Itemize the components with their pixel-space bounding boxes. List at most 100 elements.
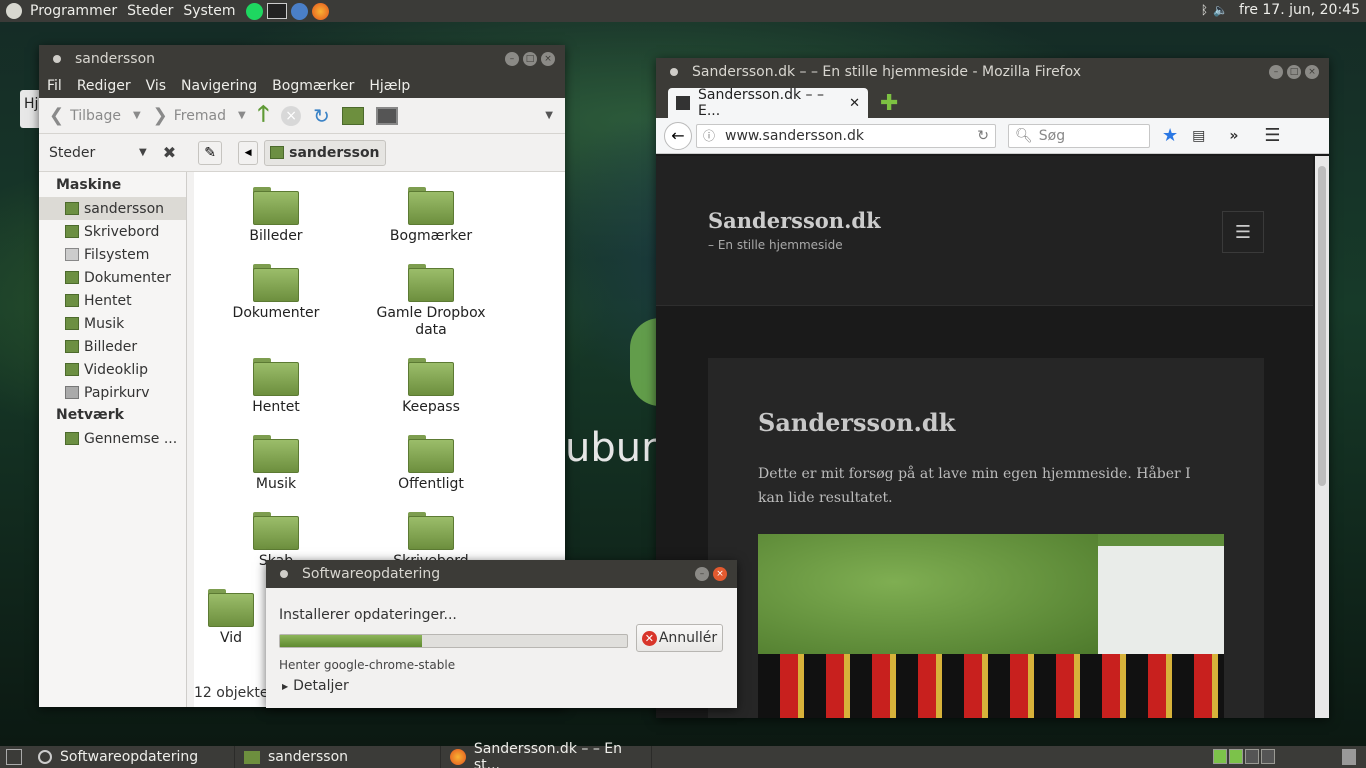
site-menu-button[interactable]: ☰ (1222, 211, 1264, 253)
sidebar-item-music[interactable]: Musik (39, 312, 186, 335)
scrollbar-thumb[interactable] (1318, 166, 1326, 486)
file-item[interactable]: Keepass (361, 358, 501, 415)
menu-edit[interactable]: Rediger (77, 78, 131, 94)
back-button[interactable]: ← (664, 121, 692, 150)
volume-icon[interactable]: 🔈 (1213, 3, 1228, 17)
hamburger-menu-icon[interactable]: ☰ (1264, 125, 1280, 146)
browser-tab[interactable]: Sandersson.dk – – E... ✕ (668, 87, 868, 119)
bookmark-star-icon[interactable]: ★ (1162, 125, 1178, 146)
progress-fill (280, 635, 423, 647)
search-input[interactable]: 🔍︎ Søg (1008, 123, 1150, 148)
sidebar-item-desktop[interactable]: Skrivebord (39, 220, 186, 243)
forward-button[interactable]: ❯ Fremad ▼ (153, 105, 246, 126)
sidebar-item-pictures[interactable]: Billeder (39, 335, 186, 358)
firefox-icon[interactable] (311, 2, 329, 20)
sidebar-item-downloads[interactable]: Hentet (39, 289, 186, 312)
thunderbird-icon[interactable] (290, 2, 308, 20)
file-item[interactable]: Billeder (206, 187, 346, 244)
menu-go[interactable]: Navigering (181, 78, 257, 94)
sidebar-item-documents[interactable]: Dokumenter (39, 266, 186, 289)
bluetooth-icon[interactable]: ᛒ (1201, 3, 1208, 17)
menu-applications[interactable]: Programmer (30, 3, 117, 19)
sidebar-heading-machine: Maskine (56, 177, 122, 193)
sidebar-item-trash[interactable]: Papirkurv (39, 381, 186, 404)
article-photo (758, 534, 1224, 718)
task-firefox[interactable]: Sandersson.dk – – En st... (442, 741, 652, 768)
menu-places[interactable]: Steder (127, 3, 173, 19)
info-icon[interactable]: ⓘ (703, 127, 715, 144)
chevron-down-icon[interactable]: ▼ (139, 147, 147, 158)
desktop-icon-partial[interactable]: Hj (20, 90, 40, 128)
window-menu-icon[interactable] (53, 55, 61, 63)
menu-help[interactable]: Hjælp (369, 78, 410, 94)
breadcrumb-home[interactable]: sandersson (264, 139, 386, 166)
workspace-3[interactable] (1245, 749, 1259, 764)
spotify-icon[interactable] (245, 2, 263, 20)
file-item[interactable]: Dokumenter (206, 264, 346, 321)
trash-applet-icon[interactable] (1342, 749, 1356, 765)
workspace-4[interactable] (1261, 749, 1275, 764)
path-back-button[interactable]: ◀ (238, 140, 259, 165)
workspace-2[interactable] (1229, 749, 1243, 764)
maximize-button[interactable]: □ (1287, 65, 1301, 79)
workspace-1[interactable] (1213, 749, 1227, 764)
favicon-icon (676, 96, 690, 110)
menu-system[interactable]: System (183, 3, 235, 19)
window-menu-icon[interactable] (280, 570, 288, 578)
sidebar-item-home[interactable]: sandersson (39, 197, 186, 220)
window-menu-icon[interactable] (670, 68, 678, 76)
task-software-update[interactable]: Softwareopdatering (30, 746, 235, 768)
new-tab-icon[interactable]: ✚ (880, 91, 898, 116)
reload-icon[interactable]: ↻ (977, 128, 989, 144)
article-title[interactable]: Sandersson.dk (758, 408, 955, 437)
cancel-button[interactable]: ✕ Annullér (636, 624, 723, 652)
places-selector[interactable]: Steder (49, 145, 139, 161)
hamburger-icon: ☰ (1234, 221, 1252, 243)
minimize-button[interactable]: – (695, 567, 709, 581)
file-item[interactable]: Offentligt (361, 435, 501, 492)
stop-button[interactable]: × (281, 105, 302, 126)
file-item[interactable]: Hentet (206, 358, 346, 415)
close-button[interactable]: × (1305, 65, 1319, 79)
maximize-button[interactable]: □ (523, 52, 537, 66)
reload-button[interactable]: ↻ (313, 104, 330, 128)
dialog-titlebar[interactable]: Softwareopdatering – × (266, 560, 737, 588)
close-button[interactable]: × (541, 52, 555, 66)
minimize-button[interactable]: – (1269, 65, 1283, 79)
folder-icon (208, 589, 254, 627)
sidebar-item-videos[interactable]: Videoklip (39, 358, 186, 381)
computer-button[interactable] (375, 106, 398, 125)
details-expander[interactable]: ▶ Detaljer (282, 678, 349, 694)
file-item[interactable]: Bogmærker (361, 187, 501, 244)
ubuntu-menu-icon[interactable] (6, 3, 22, 19)
menu-file[interactable]: Fil (47, 78, 62, 94)
menu-bookmarks[interactable]: Bogmærker (272, 78, 354, 94)
clock[interactable]: fre 17. jun, 20:45 (1239, 2, 1360, 18)
fm-titlebar[interactable]: sandersson – □ × (39, 45, 565, 73)
ff-titlebar[interactable]: Sandersson.dk – – En stille hjemmeside -… (656, 58, 1329, 86)
reading-list-icon[interactable]: ▤ (1192, 128, 1205, 144)
file-item[interactable]: Musik (206, 435, 346, 492)
close-tab-icon[interactable]: ✕ (849, 96, 860, 111)
menu-view[interactable]: Vis (146, 78, 166, 94)
minimize-button[interactable]: – (505, 52, 519, 66)
software-update-dialog: Softwareopdatering – × Installerer opdat… (266, 560, 737, 708)
toolbar-overflow-icon[interactable]: ▼ (545, 110, 553, 121)
overflow-icon[interactable]: » (1229, 128, 1238, 144)
close-button[interactable]: × (713, 567, 727, 581)
url-bar[interactable]: ⓘ www.sandersson.dk ↻ (696, 123, 996, 148)
task-file-manager[interactable]: sandersson (236, 746, 441, 768)
file-item[interactable]: Gamle Dropbox data (361, 264, 501, 339)
close-sidebar-icon[interactable]: ✖ (163, 143, 176, 162)
sidebar-heading-network: Netværk (56, 407, 124, 423)
sidebar-item-browse-network[interactable]: Gennemse ... (39, 427, 186, 450)
edit-location-button[interactable]: ✎ (198, 140, 223, 165)
page-scrollbar[interactable] (1315, 156, 1329, 718)
back-button[interactable]: ❮ Tilbage ▼ (49, 105, 141, 126)
site-title[interactable]: Sandersson.dk (708, 208, 881, 233)
sidebar-item-filesystem[interactable]: Filsystem (39, 243, 186, 266)
terminal-icon[interactable] (266, 3, 287, 19)
home-button[interactable] (341, 106, 364, 125)
up-button[interactable]: 🡑 (258, 97, 269, 135)
show-desktop-icon[interactable] (6, 749, 22, 765)
